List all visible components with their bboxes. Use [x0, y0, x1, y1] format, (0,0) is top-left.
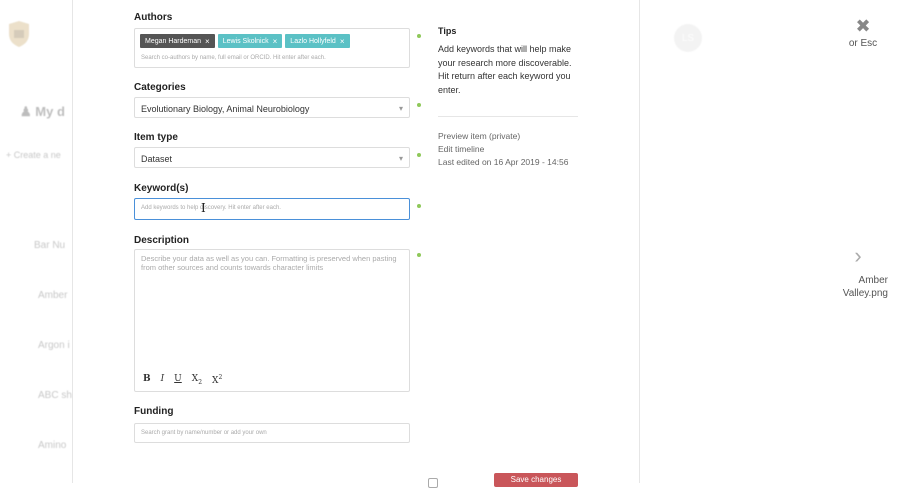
- tips-panel: Tips Add keywords that will help make yo…: [438, 26, 578, 117]
- background-row: Amino: [38, 440, 67, 451]
- chevron-right-icon: ›: [854, 243, 862, 268]
- keywords-input[interactable]: Add keywords to help discovery. Hit ente…: [134, 198, 410, 220]
- chevron-down-icon: ▾: [398, 104, 403, 113]
- preview-link[interactable]: Preview item (private): [438, 130, 578, 143]
- next-item-button[interactable]: › Amber Valley.png: [808, 243, 888, 300]
- tips-divider: [438, 116, 578, 117]
- description-placeholder: Describe your data as well as you can. F…: [141, 254, 397, 272]
- authors-field[interactable]: Megan Hardeman × Lewis Skolnick × Lazlo Ho…: [134, 28, 410, 68]
- required-indicator: [417, 34, 421, 38]
- background-row: Argon i: [38, 340, 70, 351]
- description-textarea[interactable]: Describe your data as well as you can. F…: [134, 249, 410, 392]
- funding-placeholder: Search grant by name/number or add your …: [141, 430, 267, 436]
- last-edited-text: Last edited on 16 Apr 2019 - 14:56: [438, 157, 569, 167]
- background-nav-title: ♟ My d: [20, 104, 65, 119]
- tips-title: Tips: [438, 26, 457, 36]
- superscript-button[interactable]: X2: [212, 374, 222, 386]
- categories-value: Evolutionary Biology, Animal Neurobiolog…: [141, 104, 310, 114]
- categories-select[interactable]: Evolutionary Biology, Animal Neurobiolog…: [134, 97, 410, 118]
- user-icon: ♟: [20, 104, 32, 119]
- author-tag[interactable]: Megan Hardeman ×: [140, 34, 215, 48]
- authors-label: Authors: [134, 12, 173, 23]
- author-tag[interactable]: Lazlo Hollyfeld ×: [285, 34, 350, 48]
- formatting-toolbar: B I U X2 X2: [143, 374, 222, 386]
- subscript-button[interactable]: X2: [192, 374, 202, 386]
- remove-tag-icon[interactable]: ×: [340, 37, 345, 46]
- close-icon: ✖: [855, 16, 871, 36]
- required-indicator: [417, 153, 421, 157]
- required-indicator: [417, 253, 421, 257]
- item-type-label: Item type: [134, 132, 178, 143]
- remove-tag-icon[interactable]: ×: [273, 37, 278, 46]
- item-meta: Preview item (private) Edit timeline Las…: [438, 130, 578, 169]
- authors-search-input[interactable]: Search co-authors by name, full email or…: [141, 55, 326, 61]
- text-cursor-icon: I: [201, 201, 206, 215]
- edit-timeline-link[interactable]: Edit timeline: [438, 143, 578, 156]
- background-row: ABC sh: [38, 390, 72, 401]
- background-row: Bar Nu: [34, 240, 66, 251]
- required-indicator: [417, 103, 421, 107]
- avatar[interactable]: LS: [674, 24, 702, 52]
- background-create-link: + Create a ne: [6, 150, 61, 160]
- item-type-value: Dataset: [141, 154, 173, 164]
- author-tag[interactable]: Lewis Skolnick ×: [217, 34, 283, 48]
- funding-input[interactable]: Search grant by name/number or add your …: [134, 423, 410, 443]
- tips-text: Add keywords that will help make your re…: [438, 44, 572, 95]
- funding-label: Funding: [134, 406, 174, 417]
- keywords-label: Keyword(s): [134, 183, 189, 194]
- bold-button[interactable]: B: [143, 374, 151, 386]
- required-indicator: [417, 204, 421, 208]
- author-tags: Megan Hardeman × Lewis Skolnick × Lazlo Ho…: [140, 34, 353, 48]
- italic-button[interactable]: I: [161, 374, 165, 386]
- categories-label: Categories: [134, 82, 186, 93]
- description-label: Description: [134, 235, 190, 246]
- chevron-down-icon: ▾: [398, 154, 403, 163]
- close-button[interactable]: ✖ or Esc: [843, 16, 883, 49]
- item-type-select[interactable]: Dataset ▾: [134, 147, 410, 168]
- next-item-label: Amber Valley.png: [842, 275, 888, 299]
- background-row: Amber: [38, 290, 68, 301]
- close-label: or Esc: [848, 38, 878, 49]
- publish-checkbox[interactable]: [428, 478, 438, 488]
- logo-icon: [9, 21, 29, 47]
- remove-tag-icon[interactable]: ×: [205, 37, 210, 46]
- right-panel-divider: [639, 0, 640, 483]
- keywords-placeholder: Add keywords to help discovery. Hit ente…: [141, 205, 281, 211]
- save-changes-button[interactable]: Save changes: [494, 473, 578, 487]
- underline-button[interactable]: U: [174, 374, 182, 386]
